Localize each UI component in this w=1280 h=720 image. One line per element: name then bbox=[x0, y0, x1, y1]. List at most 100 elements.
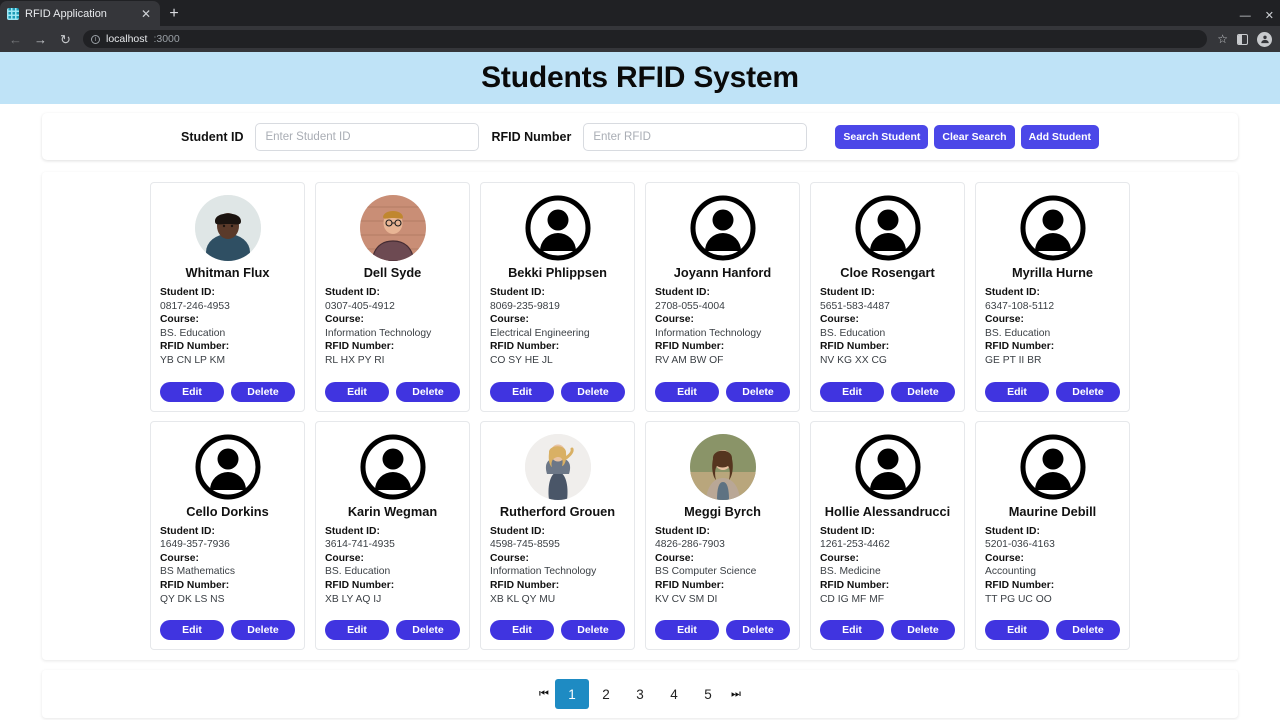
delete-button[interactable]: Delete bbox=[891, 620, 955, 641]
back-icon[interactable]: ← bbox=[8, 33, 23, 46]
delete-button[interactable]: Delete bbox=[231, 381, 295, 402]
browser-tab[interactable]: RFID Application ✕ bbox=[0, 1, 160, 26]
forward-icon[interactable]: → bbox=[33, 33, 48, 46]
rfid-label: RFID Number: bbox=[820, 341, 890, 353]
page-button-5[interactable]: 5 bbox=[691, 679, 725, 709]
delete-button[interactable]: Delete bbox=[726, 381, 790, 402]
bookmark-star-icon[interactable]: ☆ bbox=[1217, 32, 1228, 46]
course-label: Course: bbox=[490, 552, 529, 564]
student-name: Meggi Byrch bbox=[684, 503, 761, 519]
student-card: Myrilla Hurne Student ID: 6347-108-5112 Cou… bbox=[975, 182, 1130, 412]
edit-button[interactable]: Edit bbox=[655, 381, 719, 402]
edit-button[interactable]: Edit bbox=[160, 381, 224, 402]
avatar-wrap bbox=[985, 195, 1120, 261]
page-button-3[interactable]: 3 bbox=[623, 679, 657, 709]
page-button-1[interactable]: 1 bbox=[555, 679, 589, 710]
rfid-label: RFID Number: bbox=[985, 579, 1055, 591]
card-actions: Edit Delete bbox=[655, 368, 790, 402]
edit-button[interactable]: Edit bbox=[820, 381, 884, 402]
avatar bbox=[524, 195, 591, 261]
site-info-icon[interactable]: i bbox=[91, 34, 100, 44]
edit-button[interactable]: Edit bbox=[490, 381, 554, 402]
student-card: Rutherford Grouen Student ID: 4598-745-859… bbox=[480, 420, 635, 651]
clear-search-button[interactable]: Clear Search bbox=[934, 124, 1015, 149]
edit-button[interactable]: Edit bbox=[325, 381, 389, 402]
avatar-wrap bbox=[655, 433, 790, 500]
course-value: Information Technology bbox=[655, 327, 762, 339]
avatar-wrap bbox=[160, 195, 295, 261]
avatar bbox=[524, 433, 591, 500]
browser-window: RFID Application ✕ + — ✕ ← → ↻ i localho… bbox=[0, 0, 1280, 720]
avatar bbox=[1019, 195, 1086, 261]
course-value: BS. Education bbox=[820, 327, 886, 339]
new-tab-button[interactable]: + bbox=[160, 5, 188, 23]
delete-button[interactable]: Delete bbox=[231, 620, 295, 641]
delete-button[interactable]: Delete bbox=[561, 381, 625, 402]
rfid-field: RFID Number: NV KG XX CG bbox=[820, 340, 955, 367]
edit-button[interactable]: Edit bbox=[490, 620, 554, 641]
course-label: Course: bbox=[985, 552, 1024, 564]
tab-title: RFID Application bbox=[25, 7, 107, 20]
rfid-field: RFID Number: YB CN LP KM bbox=[160, 340, 295, 367]
browser-toolbar: ← → ↻ i localhost:3000 ☆ bbox=[0, 26, 1280, 52]
profile-avatar-icon[interactable] bbox=[1257, 31, 1272, 47]
course-field: Course: Information Technology bbox=[490, 552, 625, 579]
delete-button[interactable]: Delete bbox=[396, 381, 460, 402]
pagination-panel: ⏮ 1 2 3 4 5 ⏭ bbox=[42, 670, 1238, 719]
card-actions: Edit Delete bbox=[325, 606, 460, 641]
rfid-label: RFID Number: bbox=[160, 341, 230, 353]
student-id-input[interactable] bbox=[255, 122, 480, 151]
rfid-value: QY DK LS NS bbox=[160, 593, 225, 605]
delete-button[interactable]: Delete bbox=[396, 620, 460, 641]
student-id-value: 0817-246-4953 bbox=[160, 300, 230, 312]
edit-button[interactable]: Edit bbox=[655, 620, 719, 641]
course-value: Accounting bbox=[985, 566, 1036, 578]
student-id-label: Student ID: bbox=[655, 287, 710, 298]
rfid-label: RFID Number: bbox=[655, 341, 725, 353]
delete-button[interactable]: Delete bbox=[1056, 381, 1120, 402]
last-page-button[interactable]: ⏭ bbox=[725, 679, 747, 709]
url-host: localhost bbox=[106, 33, 148, 45]
student-id-field: Student ID: 5651-583-4487 bbox=[820, 286, 955, 313]
delete-button[interactable]: Delete bbox=[1056, 620, 1120, 641]
window-controls: — ✕ bbox=[1240, 9, 1274, 23]
edit-button[interactable]: Edit bbox=[985, 620, 1049, 641]
course-value: BS. Education bbox=[985, 327, 1051, 339]
avatar bbox=[689, 195, 756, 261]
student-id-label: Student ID: bbox=[490, 525, 545, 537]
student-name: Whitman Flux bbox=[185, 265, 270, 280]
add-student-button[interactable]: Add Student bbox=[1020, 124, 1100, 149]
close-window-icon[interactable]: ✕ bbox=[1265, 9, 1274, 22]
rfid-field: RFID Number: CO SY HE JL bbox=[490, 340, 625, 367]
edit-button[interactable]: Edit bbox=[160, 620, 224, 641]
rfid-number-input[interactable] bbox=[583, 122, 808, 151]
close-icon[interactable]: ✕ bbox=[139, 8, 153, 20]
course-value: Information Technology bbox=[325, 327, 432, 339]
page-button-4[interactable]: 4 bbox=[657, 679, 691, 709]
page-title: Students RFID System bbox=[481, 61, 799, 94]
search-panel: Student ID RFID Number Search Student Cl… bbox=[42, 113, 1238, 160]
edit-button[interactable]: Edit bbox=[325, 620, 389, 641]
search-student-button[interactable]: Search Student bbox=[835, 124, 929, 149]
student-id-field: Student ID: 0817-246-4953 bbox=[160, 286, 295, 313]
rfid-value: CO SY HE JL bbox=[490, 354, 553, 366]
card-actions: Edit Delete bbox=[160, 606, 295, 641]
edit-button[interactable]: Edit bbox=[820, 620, 884, 641]
delete-button[interactable]: Delete bbox=[726, 620, 790, 641]
address-bar[interactable]: i localhost:3000 bbox=[83, 30, 1208, 48]
card-actions: Edit Delete bbox=[490, 606, 625, 641]
student-id-field: Student ID: 3614-741-4935 bbox=[325, 525, 460, 552]
edit-button[interactable]: Edit bbox=[985, 381, 1049, 402]
reload-icon[interactable]: ↻ bbox=[58, 33, 73, 46]
page-button-2[interactable]: 2 bbox=[589, 679, 623, 709]
delete-button[interactable]: Delete bbox=[561, 620, 625, 641]
first-page-button[interactable]: ⏮ bbox=[533, 679, 555, 709]
card-actions: Edit Delete bbox=[325, 368, 460, 402]
students-panel: Whitman Flux Student ID: 0817-246-4953 Cour… bbox=[42, 172, 1238, 661]
rfid-field: RFID Number: RL HX PY RI bbox=[325, 340, 460, 367]
student-id-label: Student ID bbox=[180, 129, 244, 144]
rfid-value: KV CV SM DI bbox=[655, 593, 718, 605]
minimize-icon[interactable]: — bbox=[1240, 10, 1251, 22]
delete-button[interactable]: Delete bbox=[891, 381, 955, 402]
split-panel-icon[interactable] bbox=[1237, 33, 1248, 45]
